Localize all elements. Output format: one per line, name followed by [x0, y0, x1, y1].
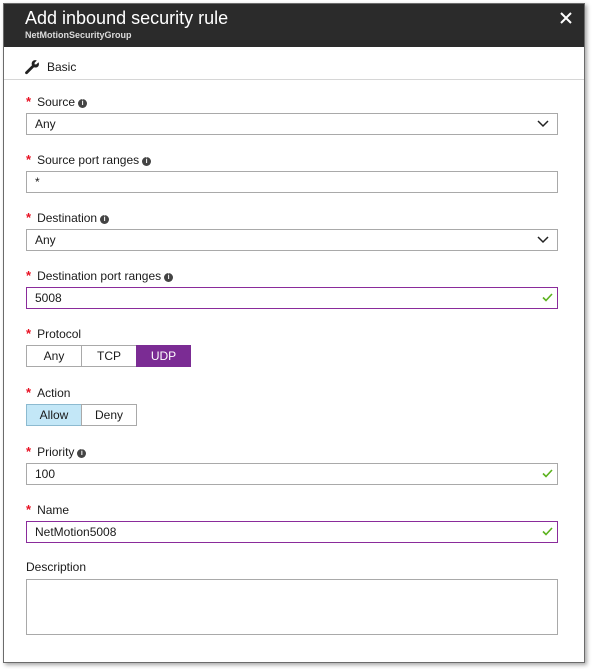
info-icon[interactable]: i	[100, 215, 110, 224]
info-icon[interactable]: i	[142, 157, 152, 166]
action-option-allow[interactable]: Allow	[26, 404, 82, 426]
required-marker: *	[26, 502, 32, 517]
priority-value: 100	[35, 467, 56, 481]
destination-dropdown[interactable]: Any	[26, 229, 558, 251]
protocol-label: * Protocol	[26, 326, 82, 341]
priority-label: * Priority i	[26, 444, 87, 459]
protocol-option-any[interactable]: Any	[26, 345, 82, 367]
required-marker: *	[26, 326, 32, 341]
protocol-selector: Any TCP UDP	[26, 345, 191, 367]
source-port-ranges-label: * Source port ranges i	[26, 152, 152, 167]
action-label: * Action	[26, 385, 71, 400]
required-marker: *	[26, 268, 32, 283]
destination-value: Any	[35, 233, 56, 247]
basic-tab[interactable]: Basic	[47, 60, 76, 74]
check-icon	[542, 469, 553, 478]
name-value: NetMotion5008	[35, 525, 117, 539]
source-port-ranges-input[interactable]: *	[26, 171, 558, 193]
action-option-deny[interactable]: Deny	[81, 404, 137, 426]
name-input[interactable]: NetMotion5008	[26, 521, 558, 543]
description-label: Description	[26, 560, 87, 574]
priority-input[interactable]: 100	[26, 463, 558, 485]
chevron-down-icon	[537, 236, 549, 244]
destination-port-ranges-label: * Destination port ranges i	[26, 268, 174, 283]
source-label: * Source i	[26, 94, 88, 109]
destination-port-ranges-value: 5008	[35, 291, 62, 305]
check-icon	[542, 527, 553, 536]
toolbar: Basic	[4, 47, 584, 80]
page-subtitle: NetMotionSecurityGroup	[25, 30, 132, 40]
page-title: Add inbound security rule	[25, 8, 229, 28]
destination-port-ranges-input[interactable]: 5008	[26, 287, 558, 309]
protocol-option-udp[interactable]: UDP	[136, 345, 191, 367]
description-textarea[interactable]	[26, 579, 558, 635]
source-value: Any	[35, 117, 56, 131]
info-icon[interactable]: i	[78, 99, 88, 108]
action-selector: Allow Deny	[26, 404, 137, 426]
blade-panel: Add inbound security rule NetMotionSecur…	[3, 3, 585, 663]
destination-label: * Destination i	[26, 210, 110, 225]
info-icon[interactable]: i	[164, 273, 174, 282]
chevron-down-icon	[537, 120, 549, 128]
required-marker: *	[26, 444, 32, 459]
wrench-icon	[25, 60, 39, 75]
required-marker: *	[26, 210, 32, 225]
title-bar: Add inbound security rule NetMotionSecur…	[4, 4, 584, 47]
info-icon[interactable]: i	[77, 449, 87, 458]
source-dropdown[interactable]: Any	[26, 113, 558, 135]
source-port-ranges-value: *	[35, 175, 40, 189]
required-marker: *	[26, 94, 32, 109]
close-icon[interactable]	[558, 10, 574, 26]
required-marker: *	[26, 385, 32, 400]
name-label: * Name	[26, 502, 70, 517]
protocol-option-tcp[interactable]: TCP	[81, 345, 137, 367]
check-icon	[542, 293, 553, 302]
required-marker: *	[26, 152, 32, 167]
